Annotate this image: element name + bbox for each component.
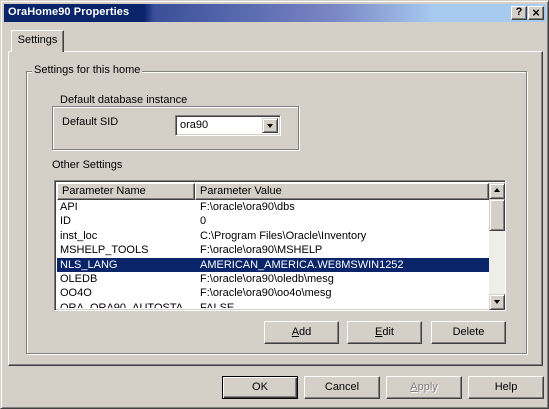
default-sid-dropdown-button[interactable] xyxy=(262,118,278,133)
parameter-value-cell: F:\oracle\ora90\dbs xyxy=(200,201,295,213)
tab-settings[interactable]: Settings xyxy=(11,30,64,52)
parameter-value-cell: F:\oracle\ora90\oo4o\mesg xyxy=(200,287,332,300)
parameter-value-cell: F:\oracle\ora90\MSHELP xyxy=(200,244,323,257)
column-header-parameter-value[interactable]: Parameter Value xyxy=(195,183,489,200)
table-row[interactable]: OO4O F:\oracle\ora90\oo4o\mesg xyxy=(57,286,489,300)
close-button[interactable]: × xyxy=(528,6,544,20)
parameter-name-cell: API xyxy=(60,201,78,213)
chevron-up-icon xyxy=(494,188,500,192)
scroll-thumb[interactable] xyxy=(489,199,505,231)
parameters-list[interactable]: Parameter Name Parameter Value API F:\ora… xyxy=(54,180,506,311)
table-row[interactable]: MSHELP_TOOLS F:\oracle\ora90\MSHELP xyxy=(57,243,489,257)
delete-button-label: Delete xyxy=(452,326,485,338)
table-row[interactable]: ORA_ORA90_AUTOSTA FALSE xyxy=(57,301,489,308)
scroll-down-button[interactable] xyxy=(489,294,505,310)
default-instance-group-label: Default database instance xyxy=(58,94,190,106)
title-bar[interactable]: OraHome90 Properties ? × xyxy=(4,4,546,22)
cancel-button-label: Cancel xyxy=(324,381,360,393)
window-title: OraHome90 Properties xyxy=(8,6,130,18)
default-sid-select[interactable]: ora90 xyxy=(175,115,281,136)
parameters-list-scrollbar[interactable] xyxy=(489,183,505,310)
parameter-name-cell: ID xyxy=(60,215,71,228)
cancel-button[interactable]: Cancel xyxy=(304,376,380,399)
question-mark-icon: ? xyxy=(515,6,523,18)
ok-button[interactable]: OK xyxy=(222,376,298,399)
apply-button-label: pply xyxy=(417,381,438,393)
table-row[interactable]: inst_loc C:\Program Files\Oracle\Inventor… xyxy=(57,229,489,243)
parameter-name-cell: OO4O xyxy=(60,287,92,300)
table-row[interactable]: ID 0 xyxy=(57,214,489,228)
apply-button[interactable]: Apply xyxy=(386,376,462,399)
default-sid-label: Default SID xyxy=(62,116,119,128)
chevron-down-icon xyxy=(267,124,273,128)
parameter-name-cell: OLEDB xyxy=(60,272,98,285)
parameter-name-cell: inst_loc xyxy=(60,229,98,242)
edit-button-label: dit xyxy=(382,326,394,338)
help-button-label: Help xyxy=(494,381,518,393)
parameter-value-cell: 0 xyxy=(200,215,207,228)
table-row[interactable]: API F:\oracle\ora90\dbs xyxy=(57,200,489,214)
add-button-label: dd xyxy=(299,326,312,338)
other-settings-label: Other Settings xyxy=(52,159,123,171)
parameter-value-cell: FALSE xyxy=(200,301,235,308)
parameter-name-cell: NLS_LANG xyxy=(60,258,118,271)
edit-button[interactable]: Edit xyxy=(347,321,422,344)
parameters-list-rows: API F:\oracle\ora90\dbs ID 0 inst_loc C:\Prog… xyxy=(57,200,489,308)
parameter-name-cell: MSHELP_TOOLS xyxy=(60,244,149,257)
parameter-value-cell: F:\oracle\ora90\oledb\mesg xyxy=(200,272,334,285)
properties-dialog: OraHome90 Properties ? × Settings Settin… xyxy=(0,0,549,409)
parameters-list-header: Parameter Name Parameter Value xyxy=(57,183,489,200)
tab-settings-label: Settings xyxy=(17,34,58,46)
add-button-accel: A xyxy=(291,326,300,338)
table-row[interactable]: NLS_LANG AMERICAN_AMERICA.WE8MSWIN1252 xyxy=(57,257,489,272)
delete-button[interactable]: Delete xyxy=(431,321,506,344)
apply-button-accel: A xyxy=(410,381,418,393)
help-caption-button[interactable]: ? xyxy=(511,6,527,20)
table-row[interactable]: OLEDB F:\oracle\ora90\oledb\mesg xyxy=(57,272,489,286)
parameter-value-cell: C:\Program Files\Oracle\Inventory xyxy=(200,229,367,242)
close-icon: × xyxy=(532,5,540,20)
parameter-name-cell: ORA_ORA90_AUTOSTA xyxy=(60,301,184,308)
scroll-up-button[interactable] xyxy=(489,183,505,199)
default-sid-value: ora90 xyxy=(180,119,209,131)
help-button[interactable]: Help xyxy=(468,376,544,399)
parameter-value-cell: AMERICAN_AMERICA.WE8MSWIN1252 xyxy=(200,258,404,271)
chevron-down-icon xyxy=(494,300,500,304)
column-header-parameter-name[interactable]: Parameter Name xyxy=(57,183,195,200)
add-button[interactable]: Add xyxy=(264,321,339,344)
ok-button-label: OK xyxy=(252,381,268,393)
home-settings-group-label: Settings for this home xyxy=(32,64,143,76)
